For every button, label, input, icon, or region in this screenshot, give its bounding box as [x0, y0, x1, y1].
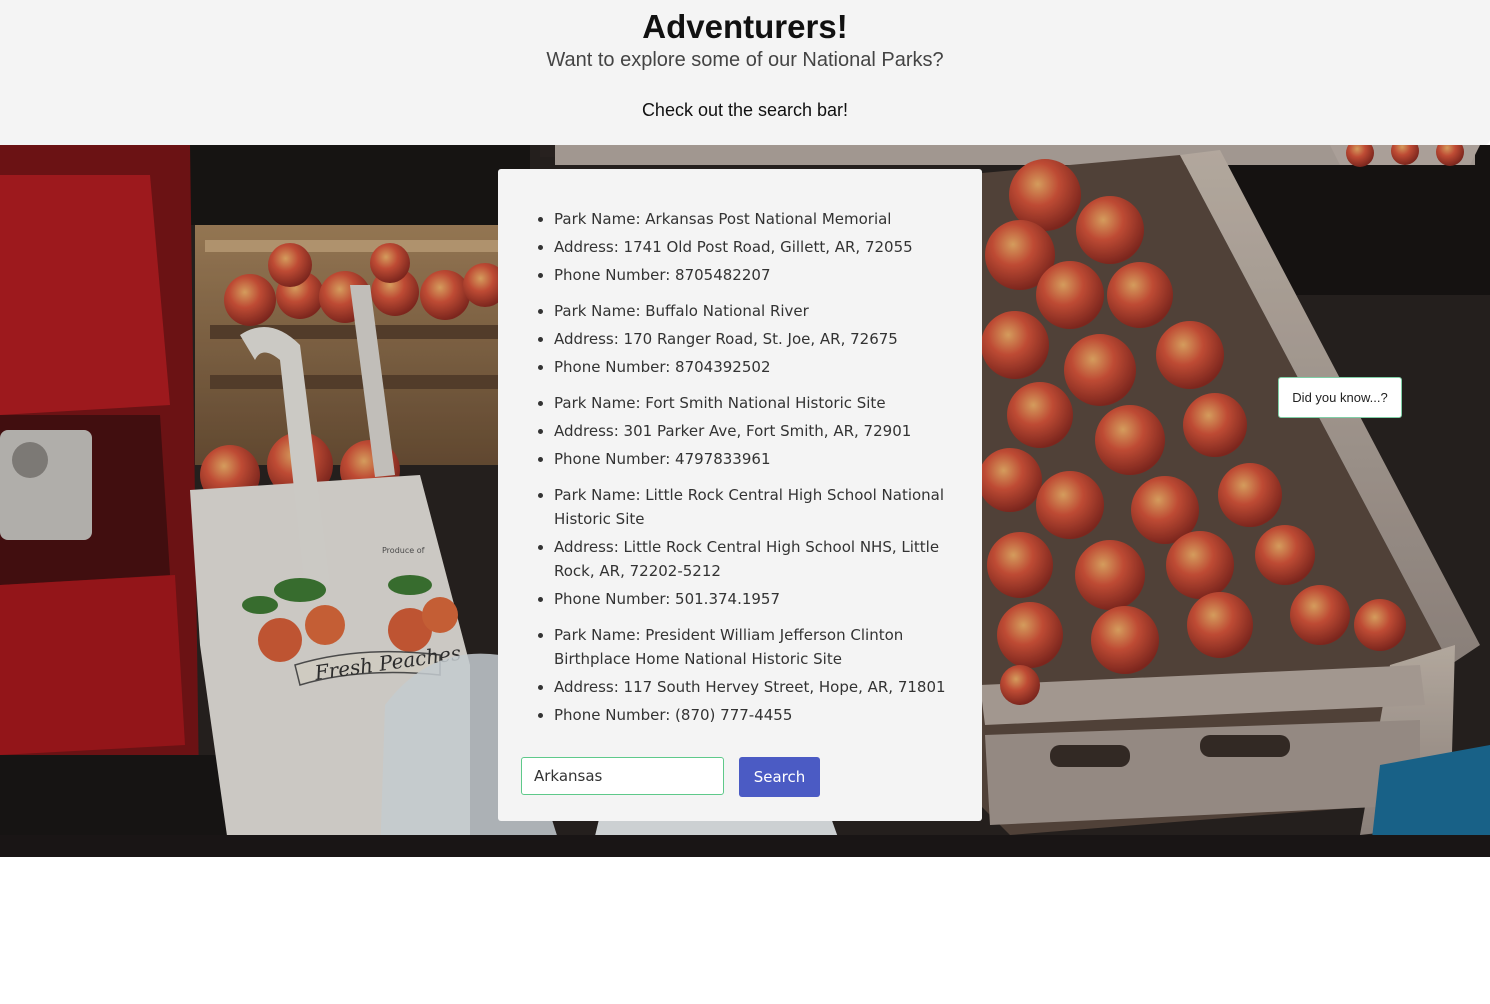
park-entry: Park Name: President William Jefferson C…: [498, 623, 982, 727]
park-name: Park Name: Buffalo National River: [554, 299, 958, 323]
park-results: Park Name: Arkansas Post National Memori…: [498, 207, 982, 739]
park-address: Address: 1741 Old Post Road, Gillett, AR…: [554, 235, 958, 259]
park-entry: Park Name: Buffalo National River Addres…: [498, 299, 982, 379]
search-hint: Check out the search bar!: [641, 100, 849, 120]
park-phone: Phone Number: 8704392502: [554, 355, 958, 379]
park-address: Address: 301 Parker Ave, Fort Smith, AR,…: [554, 419, 958, 443]
park-phone: Phone Number: 501.374.1957: [554, 587, 958, 611]
park-name: Park Name: Little Rock Central High Scho…: [554, 483, 958, 531]
page-header: Adventurers! Want to explore some of our…: [0, 0, 1490, 145]
results-card: Park Name: Arkansas Post National Memori…: [498, 169, 982, 821]
park-address: Address: Little Rock Central High School…: [554, 535, 958, 583]
search-input[interactable]: [521, 757, 724, 795]
search-button[interactable]: Search: [739, 757, 820, 797]
park-name: Park Name: President William Jefferson C…: [554, 623, 958, 671]
park-name: Park Name: Fort Smith National Historic …: [554, 391, 958, 415]
park-entry: Park Name: Little Rock Central High Scho…: [498, 483, 982, 611]
page-subtitle: Want to explore some of our National Par…: [546, 49, 944, 71]
park-address: Address: 117 South Hervey Street, Hope, …: [554, 675, 958, 699]
park-address: Address: 170 Ranger Road, St. Joe, AR, 7…: [554, 327, 958, 351]
park-entry: Park Name: Arkansas Post National Memori…: [498, 207, 982, 287]
park-entry: Park Name: Fort Smith National Historic …: [498, 391, 982, 471]
park-phone: Phone Number: (870) 777-4455: [554, 703, 958, 727]
park-phone: Phone Number: 8705482207: [554, 263, 958, 287]
did-you-know-button[interactable]: Did you know...?: [1278, 377, 1402, 418]
park-phone: Phone Number: 4797833961: [554, 447, 958, 471]
park-name: Park Name: Arkansas Post National Memori…: [554, 207, 958, 231]
page-title: Adventurers!: [642, 8, 848, 45]
